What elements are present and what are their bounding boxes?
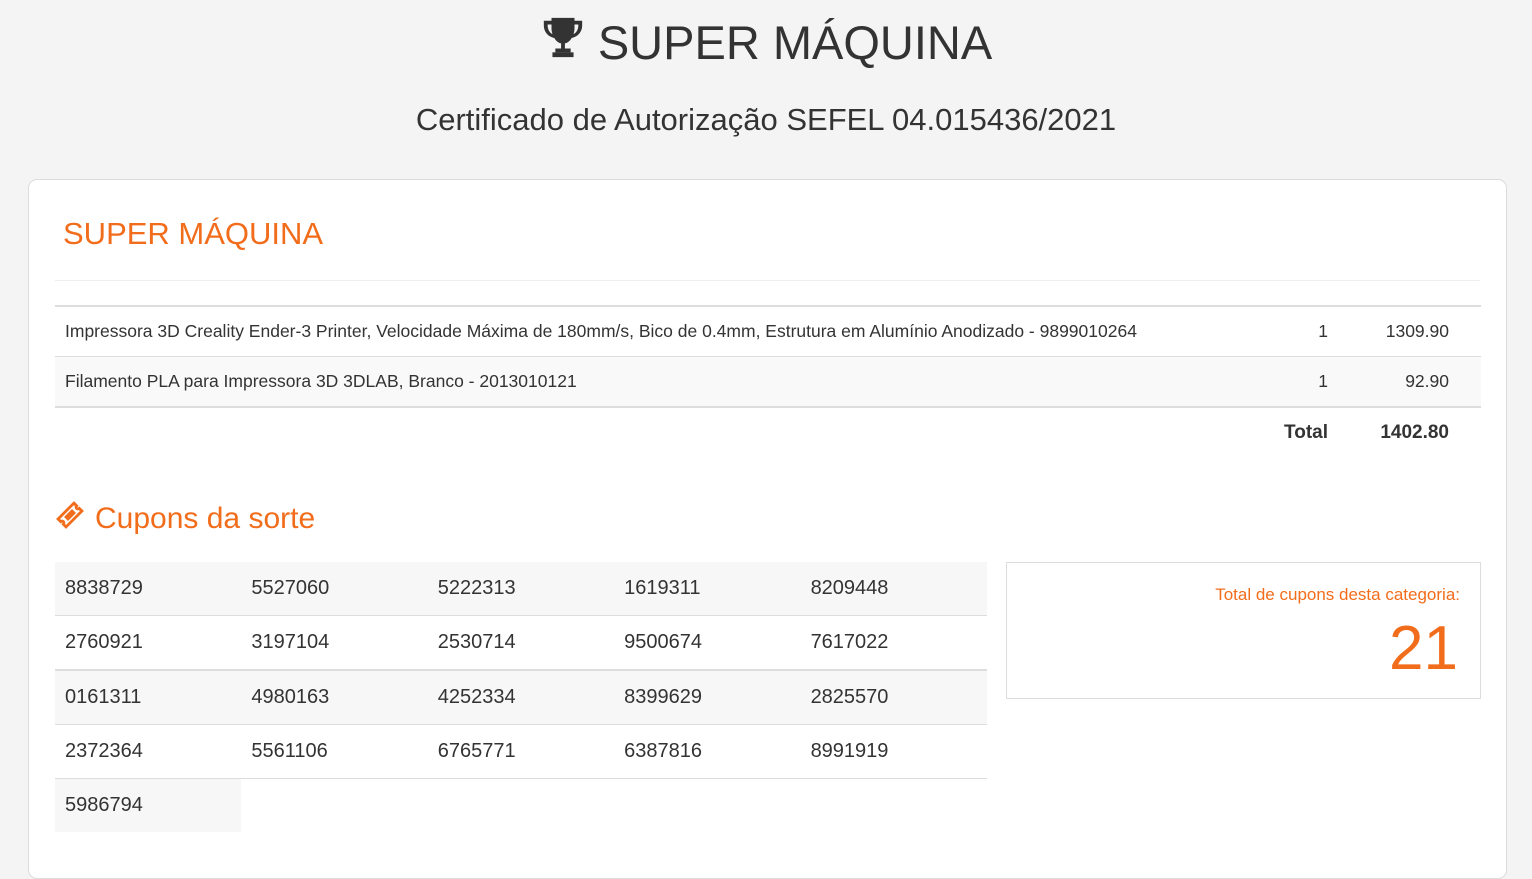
items-table: Impressora 3D Creality Ender-3 Printer, … [55, 305, 1481, 458]
coupon-number: 0161311 [55, 669, 242, 725]
coupon-total-box: Total de cupons desta categoria: 21 [1006, 562, 1481, 699]
table-row: 2372364 5561106 6765771 6387816 8991919 [55, 724, 987, 779]
page-title: SUPER MÁQUINA [0, 0, 1532, 70]
coupon-number: 8838729 [55, 562, 242, 616]
coupon-number: 9500674 [614, 615, 801, 670]
page-subtitle: Certificado de Autorização SEFEL 04.0154… [415, 102, 1117, 137]
coupons-heading: Cupons da sorte [55, 500, 315, 538]
coupon-number: 2825570 [800, 669, 987, 725]
page-header: SUPER MÁQUINA Certificado de Autorização… [0, 0, 1532, 138]
coupon-number: 4980163 [241, 669, 428, 725]
coupon-number: 4252334 [427, 669, 615, 725]
coupons-title: Cupons da sorte [95, 502, 316, 535]
coupon-number: 6387816 [614, 724, 801, 779]
item-price: 92.90 [1340, 356, 1481, 408]
table-row: 0161311 4980163 4252334 8399629 2825570 [55, 669, 987, 725]
coupon-number: 5561106 [241, 724, 428, 779]
coupon-number: 5986794 [55, 778, 242, 832]
item-description: Impressora 3D Creality Ender-3 Printer, … [55, 305, 1227, 357]
total-row: Total 1402.80 [55, 407, 1481, 458]
coupon-total-count: 21 [1389, 614, 1458, 683]
item-quantity: 1 [1227, 356, 1340, 408]
coupon-number: 5527060 [241, 562, 428, 616]
trophy-icon [540, 14, 586, 71]
order-card: SUPER MÁQUINA Impressora 3D Creality End… [28, 179, 1507, 879]
coupon-number: 2760921 [55, 615, 242, 670]
table-row: 8838729 5527060 5222313 1619311 8209448 [55, 562, 987, 616]
table-row: Impressora 3D Creality Ender-3 Printer, … [55, 305, 1481, 357]
item-price: 1309.90 [1340, 305, 1481, 357]
item-quantity: 1 [1227, 305, 1340, 357]
table-row: 5986794 [55, 778, 987, 832]
coupon-number: 8209448 [800, 562, 987, 616]
coupon-number: 8399629 [614, 669, 801, 725]
coupon-number: 1619311 [614, 562, 801, 616]
coupon-number: 8991919 [800, 724, 987, 779]
coupon-total-label: Total de cupons desta categoria: [1215, 585, 1460, 604]
table-row: 2760921 3197104 2530714 9500674 7617022 [55, 615, 987, 670]
coupon-number: 5222313 [427, 562, 615, 616]
coupon-number: 3197104 [241, 615, 428, 670]
table-row: Filamento PLA para Impressora 3D 3DLAB, … [55, 356, 1481, 408]
total-value: 1402.80 [1380, 422, 1449, 443]
coupon-number: 2530714 [427, 615, 615, 670]
coupons-table: 8838729 5527060 5222313 1619311 8209448 … [55, 562, 987, 832]
card-title: SUPER MÁQUINA [63, 216, 324, 251]
item-description: Filamento PLA para Impressora 3D 3DLAB, … [55, 356, 1227, 408]
ticket-icon [55, 500, 85, 538]
total-label: Total [1284, 422, 1328, 443]
divider [55, 280, 1480, 281]
coupon-number: 2372364 [55, 724, 242, 779]
coupon-number: 6765771 [427, 724, 615, 779]
coupon-number: 7617022 [800, 615, 987, 670]
page-title-text: SUPER MÁQUINA [597, 15, 993, 69]
